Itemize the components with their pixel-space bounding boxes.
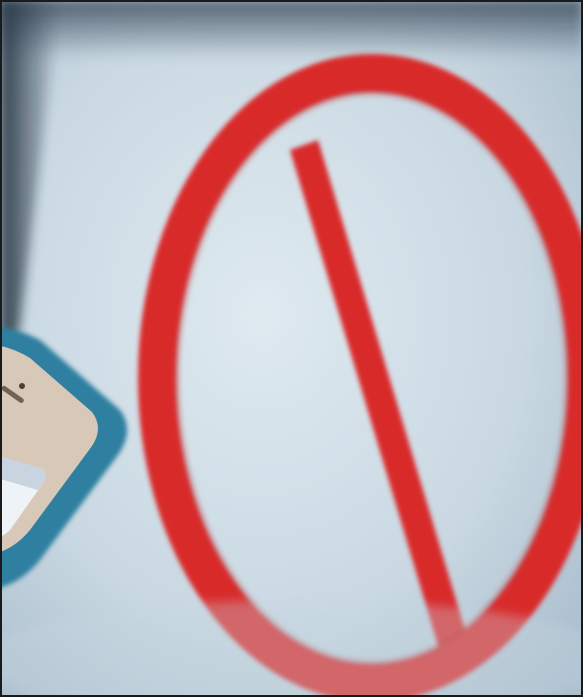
photo-frame bbox=[0, 0, 583, 697]
front-camera bbox=[19, 383, 25, 389]
photo-scene bbox=[0, 0, 583, 697]
top-shadow bbox=[0, 0, 583, 60]
